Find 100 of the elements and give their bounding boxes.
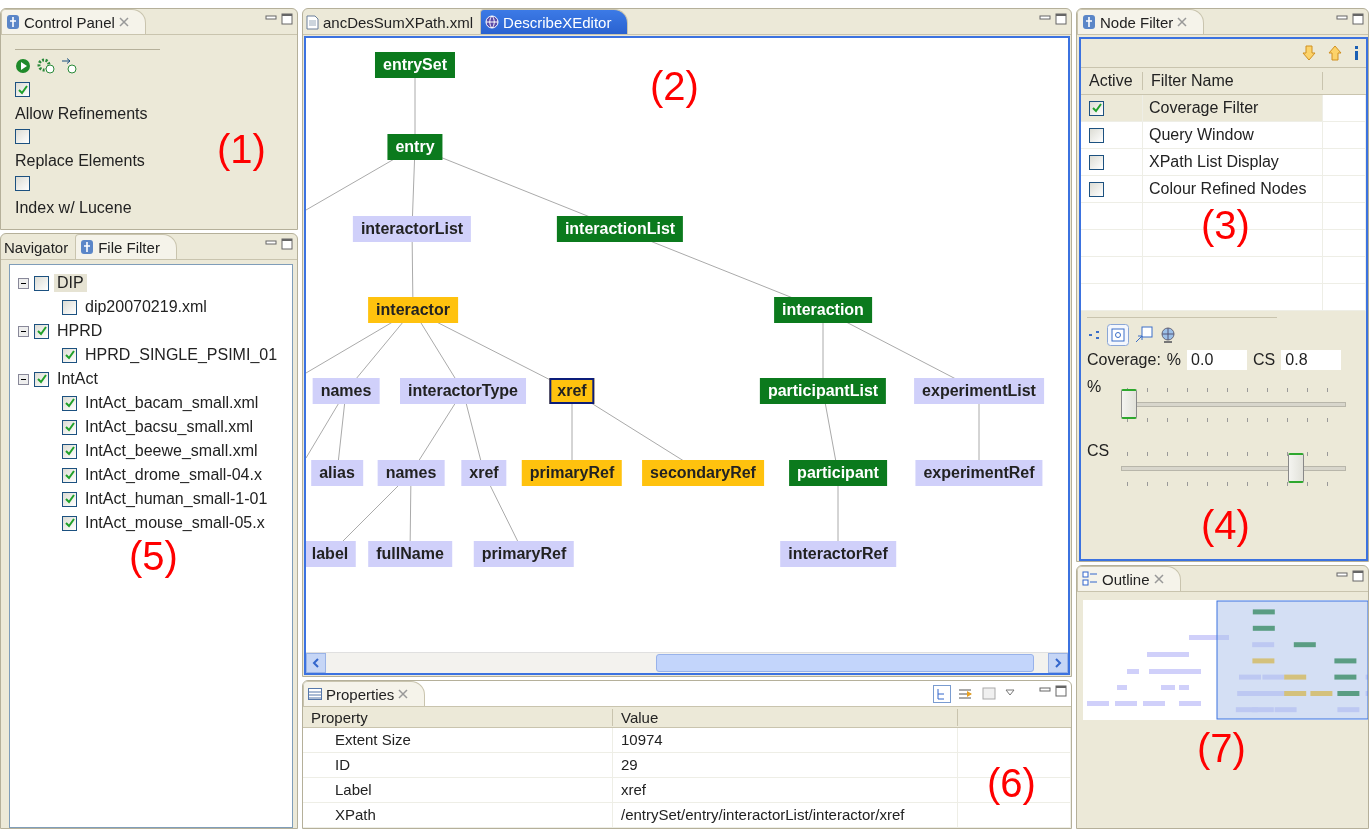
tab[interactable]: File Filter xyxy=(75,234,177,259)
graph-node[interactable]: interactionList xyxy=(556,216,684,242)
checkbox[interactable] xyxy=(15,129,30,144)
close-icon[interactable] xyxy=(398,689,409,699)
nodes-icon[interactable] xyxy=(1087,328,1101,342)
tree-item[interactable]: HPRD_SINGLE_PSIMI_01 xyxy=(82,346,281,364)
checkbox[interactable] xyxy=(1089,100,1104,116)
column-header[interactable]: Property xyxy=(303,708,613,726)
maximize-icon[interactable] xyxy=(1055,13,1067,25)
play-icon[interactable] xyxy=(15,58,31,74)
maximize-icon[interactable] xyxy=(1055,685,1067,697)
column-header[interactable]: Active xyxy=(1081,72,1143,90)
checkbox[interactable] xyxy=(62,491,77,507)
checkbox[interactable] xyxy=(62,419,77,435)
tree-item[interactable]: dip20070219.xml xyxy=(82,298,210,316)
maximize-icon[interactable] xyxy=(1352,570,1364,582)
filter-row[interactable]: Coverage Filter xyxy=(1081,95,1366,122)
checkbox[interactable] xyxy=(34,323,49,339)
graph-node[interactable]: xref xyxy=(461,460,507,486)
collapse-icon[interactable] xyxy=(18,373,29,385)
checkbox[interactable] xyxy=(34,275,49,291)
collapse-icon[interactable] xyxy=(18,325,29,337)
graph-node[interactable]: interactorType xyxy=(400,378,526,404)
tab[interactable]: Navigator xyxy=(1,234,76,259)
close-icon[interactable] xyxy=(1177,17,1188,27)
slider[interactable] xyxy=(1121,389,1346,419)
percent-field[interactable]: 0.0 xyxy=(1187,350,1248,370)
tree-item[interactable]: IntAct_bacam_small.xml xyxy=(82,394,262,412)
gear-icon[interactable] xyxy=(37,58,55,74)
checkbox[interactable] xyxy=(62,347,77,363)
slider-thumb[interactable] xyxy=(1288,453,1305,483)
checkbox[interactable] xyxy=(15,176,30,191)
minimize-icon[interactable] xyxy=(1336,13,1348,23)
filter-row[interactable]: XPath List Display xyxy=(1081,149,1366,176)
graph-node[interactable]: fullName xyxy=(368,541,452,567)
element-icon[interactable] xyxy=(1107,324,1129,346)
tab[interactable]: Properties xyxy=(303,681,426,706)
minimize-icon[interactable] xyxy=(1039,685,1051,695)
column-header[interactable]: Filter Name xyxy=(1143,72,1323,90)
checkbox[interactable] xyxy=(62,395,77,411)
tab[interactable]: Outline xyxy=(1077,566,1181,591)
arrow-icon[interactable] xyxy=(61,58,79,74)
minimize-icon[interactable] xyxy=(1039,13,1051,23)
checkbox[interactable] xyxy=(62,515,77,531)
tree-item[interactable]: DIP xyxy=(54,274,87,292)
globe-icon[interactable] xyxy=(1159,326,1177,344)
element-link-icon[interactable] xyxy=(1135,326,1153,344)
graph-node[interactable]: primaryRef xyxy=(521,460,623,486)
graph-node[interactable]: experimentRef xyxy=(915,460,1043,486)
minimize-icon[interactable] xyxy=(265,13,277,23)
filter-row[interactable]: Colour Refined Nodes xyxy=(1081,176,1366,203)
graph-node[interactable]: interaction xyxy=(774,297,872,323)
tree-item[interactable]: IntAct_drome_small-04.x xyxy=(82,466,265,484)
graph-node[interactable]: alias xyxy=(311,460,363,486)
minimize-icon[interactable] xyxy=(1336,570,1348,580)
checkbox[interactable] xyxy=(15,82,30,97)
graph-node[interactable]: names xyxy=(377,460,445,486)
slider-thumb[interactable] xyxy=(1121,389,1137,419)
checkbox[interactable] xyxy=(1089,154,1104,170)
tree-item[interactable]: HPRD xyxy=(54,322,106,340)
tab[interactable]: ancDesSumXPath.xml xyxy=(303,9,481,34)
checkbox[interactable] xyxy=(1089,127,1104,143)
tree-icon[interactable] xyxy=(933,685,951,703)
close-icon[interactable] xyxy=(118,17,129,27)
graph-node[interactable]: interactorRef xyxy=(780,541,896,567)
graph-node[interactable]: entrySet xyxy=(375,52,455,78)
close-icon[interactable] xyxy=(1153,574,1164,584)
maximize-icon[interactable] xyxy=(1352,13,1364,25)
minimize-icon[interactable] xyxy=(265,238,277,248)
graph-node[interactable]: xref xyxy=(549,378,595,404)
maximize-icon[interactable] xyxy=(281,13,293,25)
graph-node[interactable]: primaryRef xyxy=(473,541,575,567)
collapse-icon[interactable] xyxy=(18,277,29,289)
filter-row[interactable]: Query Window xyxy=(1081,122,1366,149)
maximize-icon[interactable] xyxy=(281,238,293,250)
graph-node[interactable]: interactor xyxy=(368,297,458,323)
graph-node[interactable]: participantList xyxy=(759,378,887,404)
cs-field[interactable]: 0.8 xyxy=(1281,350,1342,370)
tree-item[interactable]: IntAct_beewe_small.xml xyxy=(82,442,261,460)
graph-node[interactable]: entry xyxy=(387,134,443,160)
tree-item[interactable]: IntAct_human_small-1-01 xyxy=(82,490,271,508)
scrollbar[interactable] xyxy=(306,652,1068,673)
checkbox[interactable] xyxy=(34,371,49,387)
tab[interactable]: Node Filter xyxy=(1077,9,1205,34)
tab[interactable]: Control Panel xyxy=(1,9,146,34)
tree-item[interactable]: IntAct_mouse_small-05.x xyxy=(82,514,268,532)
graph-node[interactable]: experimentList xyxy=(914,378,1044,404)
column-header[interactable]: Value xyxy=(613,708,958,726)
tree-item[interactable]: IntAct_bacsu_small.xml xyxy=(82,418,257,436)
tab[interactable]: DescribeXEditor xyxy=(480,9,629,34)
checkbox[interactable] xyxy=(62,467,77,483)
graph-node[interactable]: label xyxy=(306,541,357,567)
graph-node[interactable]: names xyxy=(312,378,380,404)
slider[interactable] xyxy=(1121,453,1346,483)
checkbox[interactable] xyxy=(62,443,77,459)
graph-node[interactable]: participant xyxy=(789,460,887,486)
graph-node[interactable]: secondaryRef xyxy=(642,460,764,486)
checkbox[interactable] xyxy=(1089,181,1104,197)
info-icon[interactable] xyxy=(1354,46,1360,60)
checkbox[interactable] xyxy=(62,299,77,315)
